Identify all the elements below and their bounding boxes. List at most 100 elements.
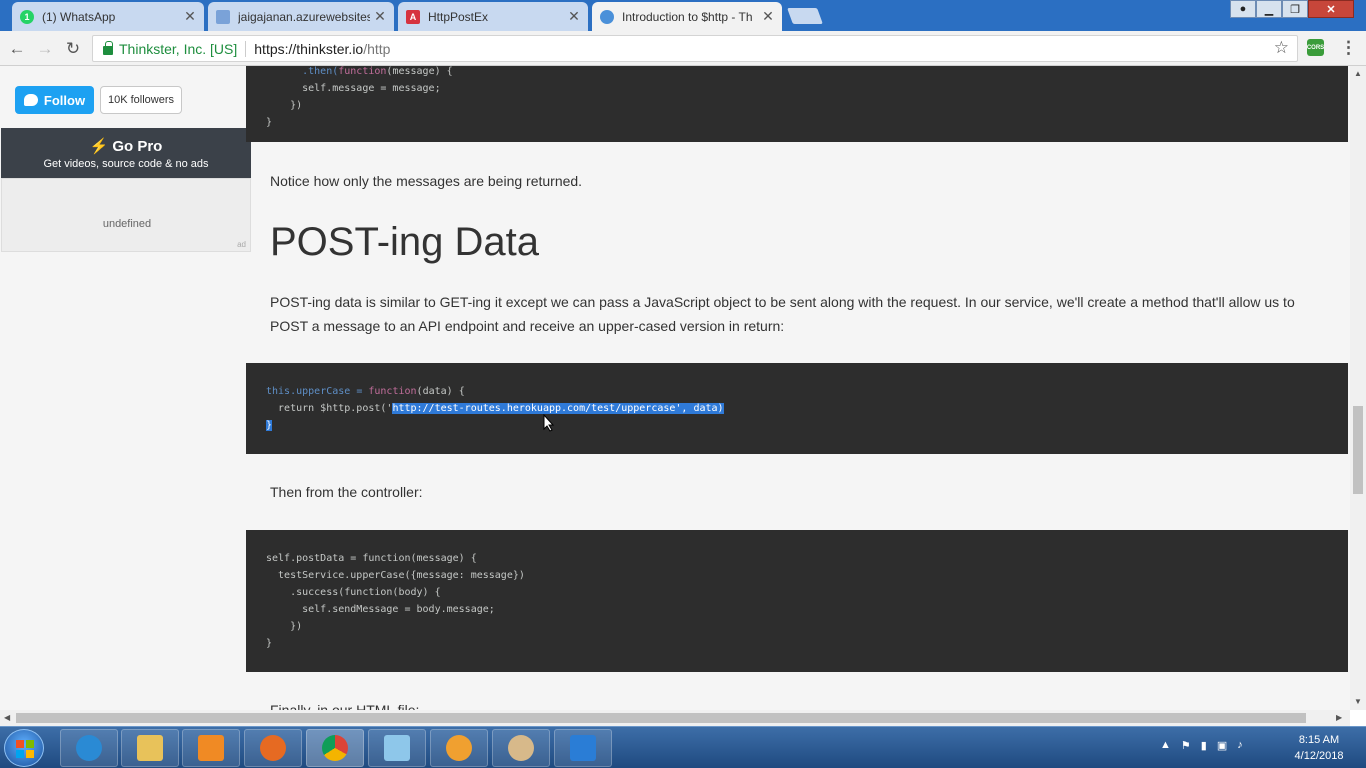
paragraph-line: POST-ing data is similar to GET-ing it e… [270,294,1295,310]
tab-title: (1) WhatsApp [42,9,116,24]
paint-icon[interactable] [492,729,550,767]
article-content: .then(function(message) { self.message =… [246,66,1350,710]
start-button[interactable] [4,729,44,767]
forward-arrow-icon[interactable]: → [34,38,56,60]
close-icon[interactable]: ✕ [374,8,386,25]
tab-title: jaigajanan.azurewebsites [238,9,370,24]
angular-icon: A [406,9,420,24]
file-explorer-icon[interactable] [121,729,179,767]
tab-azure[interactable]: jaigajanan.azurewebsites ✕ [208,2,394,31]
clock-date: 4/12/2018 [1294,750,1344,762]
close-icon[interactable]: ✕ [184,8,196,25]
code-line: } [266,638,273,649]
ad-text: undefined [102,218,152,230]
clock-time: 8:15 AM [1298,734,1340,746]
browser-menu-icon[interactable]: ⋮ [1340,38,1357,58]
code-line: .then(function(message) { [266,66,453,77]
close-icon[interactable]: ✕ [568,8,580,25]
url-path: /http [363,40,391,57]
code-block-service[interactable]: this.upperCase = function(data) { return… [246,363,1348,454]
scroll-up-arrow-icon[interactable]: ▲ [1354,69,1362,78]
whatsapp-icon: 1 [20,9,34,24]
code-line: testService.upperCase({message: message}… [266,570,525,581]
scroll-thumb[interactable] [16,713,1306,723]
section-heading: POST-ing Data [270,220,540,264]
tab-title: Introduction to $http - Th [622,9,753,24]
mouse-cursor-icon [543,414,555,432]
code-line: return $http.post('http://test-routes.he… [266,403,724,414]
code-block-controller[interactable]: self.postData = function(message) { test… [246,530,1348,672]
code-block: .then(function(message) { self.message =… [246,66,1348,142]
system-tray: ▲ ⚑ ▮ ▣ ♪ [1160,739,1243,752]
reload-icon[interactable]: ↻ [62,38,84,60]
volume-icon[interactable]: ♪ [1237,739,1243,752]
ad-box[interactable]: undefined ad [1,178,251,252]
bookmark-star-icon[interactable]: ☆ [1274,38,1289,58]
close-icon[interactable]: ✕ [762,8,774,25]
scroll-right-arrow-icon[interactable]: ▶ [1336,713,1342,722]
code-line: self.sendMessage = body.message; [266,604,495,615]
notepad-icon[interactable] [368,729,426,767]
minimize-button[interactable]: ▁ [1256,0,1282,18]
code-line: this.upperCase = function(data) { [266,386,465,397]
twitter-follow-button[interactable]: Follow [15,86,94,114]
code-line: self.postData = function(message) { [266,553,477,564]
ev-certificate-name[interactable]: Thinkster, Inc. [US] [119,41,237,57]
paragraph-line: POST a message to an API endpoint and re… [270,318,785,334]
scroll-thumb[interactable] [1353,406,1363,494]
go-pro-banner[interactable]: ⚡ Go Pro Get videos, source code & no ads [1,128,251,178]
code-line: } [266,117,273,128]
go-pro-title: Go Pro [112,138,163,155]
scroll-down-arrow-icon[interactable]: ▼ [1354,697,1362,706]
code-line: self.message = message; [266,83,441,94]
tab-introduction-http[interactable]: Introduction to $http - Th ✕ [592,2,782,31]
tab-whatsapp[interactable]: 1 (1) WhatsApp ✕ [12,2,204,31]
back-arrow-icon[interactable]: ← [6,38,28,60]
lock-icon [103,41,113,55]
window-controls: ● ▁ ❐ ✕ [1230,0,1354,18]
show-hidden-icons-icon[interactable]: ▲ [1160,739,1171,752]
system-clock[interactable]: 8:15 AM 4/12/2018 [1284,732,1354,764]
maximize-button[interactable]: ❐ [1282,0,1308,18]
twitter-bird-icon [23,94,38,106]
browser-toolbar: ← → ↻ Thinkster, Inc. [US] https://think… [0,31,1366,66]
new-tab-button[interactable] [787,8,823,24]
sidebar: Follow 10K followers ⚡ Go Pro Get videos,… [0,66,252,710]
ad-mark: ad [237,240,246,249]
vertical-scrollbar[interactable]: ▲ ▼ [1350,66,1366,710]
horizontal-scrollbar[interactable]: ◀ ▶ [0,710,1350,726]
vscode-icon[interactable] [554,729,612,767]
chrome-icon[interactable] [306,729,364,767]
code-line: }) [266,621,303,632]
firefox-icon[interactable] [244,729,302,767]
windows-logo-icon [16,740,34,758]
scroll-left-arrow-icon[interactable]: ◀ [4,713,10,722]
taskbar: ▲ ⚑ ▮ ▣ ♪ 8:15 AM 4/12/2018 [0,726,1366,768]
paragraph: Notice how only the messages are being r… [270,173,583,189]
tab-strip: 1 (1) WhatsApp ✕ jaigajanan.azurewebsite… [0,0,1366,31]
doc-icon [216,9,230,24]
network-icon[interactable]: ▣ [1217,739,1227,752]
app-icon[interactable] [430,729,488,767]
followers-count[interactable]: 10K followers [100,86,182,114]
address-bar[interactable]: Thinkster, Inc. [US] https://thinkster.i… [92,35,1298,62]
code-line: .success(function(body) { [266,587,441,598]
battery-icon[interactable]: ▮ [1201,739,1207,752]
paragraph: Then from the controller: [270,484,423,500]
follow-label: Follow [43,92,86,108]
tab-title: HttpPostEx [428,9,489,24]
url-host: https://thinkster.io [254,40,364,57]
user-icon[interactable]: ● [1230,0,1256,18]
web-page: Follow 10K followers ⚡ Go Pro Get videos,… [0,66,1350,710]
code-line: }) [266,100,303,111]
cors-extension-icon[interactable]: CORS [1307,39,1324,56]
close-window-button[interactable]: ✕ [1308,0,1354,18]
media-player-icon[interactable] [182,729,240,767]
internet-explorer-icon[interactable] [60,729,118,767]
thinkster-icon [600,9,614,24]
selected-text: } [266,420,273,431]
tab-httppostex[interactable]: A HttpPostEx ✕ [398,2,588,31]
paragraph: POST-ing data is similar to GET-ing it e… [270,290,1340,338]
lightning-icon: ⚡ [89,138,109,155]
action-center-icon[interactable]: ⚑ [1181,739,1191,752]
